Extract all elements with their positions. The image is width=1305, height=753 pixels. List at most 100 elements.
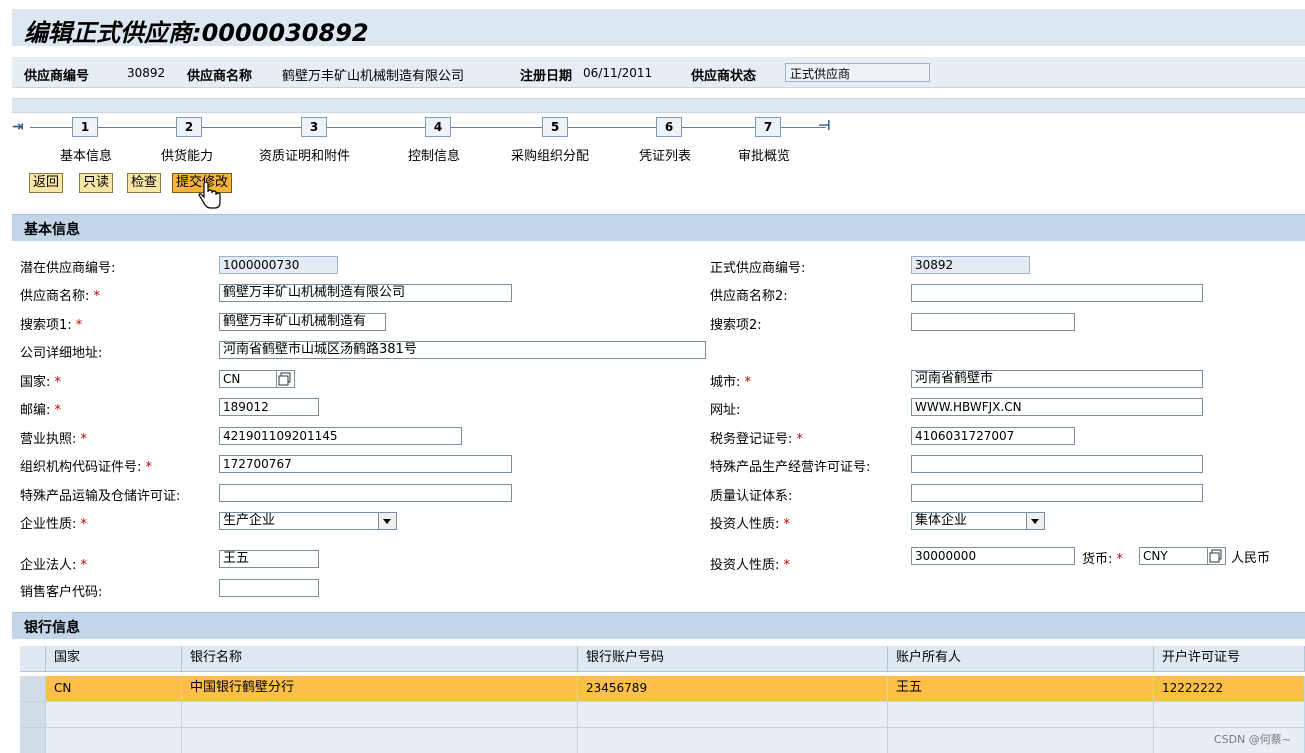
table-cell[interactable]: [46, 702, 182, 728]
currency-text: 人民币: [1231, 551, 1271, 566]
roadmap-step-5[interactable]: 5: [542, 117, 568, 137]
enterprise-type-value: 生产企业: [223, 513, 276, 528]
supplier-name-label-form: 供应商名称: *: [20, 289, 101, 304]
enterprise-type-label: 企业性质: *: [20, 517, 88, 532]
website-label: 网址:: [710, 403, 741, 418]
back-button[interactable]: 返回: [29, 173, 64, 193]
table-cell[interactable]: [182, 702, 578, 728]
investor-type-value: 集体企业: [915, 513, 968, 528]
table-cell[interactable]: [46, 728, 182, 753]
investor-amount-input[interactable]: 30000000: [911, 547, 1075, 565]
table-cell[interactable]: [578, 728, 888, 753]
search2-label: 搜索项2:: [710, 318, 762, 333]
enterprise-type-select[interactable]: 生产企业: [219, 512, 397, 530]
supplier-name-value: 鹤壁万丰矿山机械制造有限公司: [282, 69, 465, 84]
potential-no-label: 潜在供应商编号:: [20, 261, 116, 276]
sales-code-input[interactable]: [219, 579, 319, 597]
supplier-name2-input[interactable]: [911, 284, 1203, 302]
row-selector[interactable]: [20, 728, 46, 753]
table-cell[interactable]: [888, 728, 1154, 753]
row-selector[interactable]: [20, 676, 46, 702]
search2-input[interactable]: [911, 313, 1075, 331]
investor-type-select[interactable]: 集体企业: [911, 512, 1045, 530]
tax-input[interactable]: 4106031727007: [911, 427, 1075, 445]
tax-label: 税务登记证号: *: [710, 432, 804, 447]
currency-label: 货币: *: [1082, 552, 1124, 567]
column-header-account-no[interactable]: 银行账户号码: [578, 646, 888, 672]
currency-valuehelp-icon[interactable]: [1207, 548, 1225, 564]
city-input[interactable]: 河南省鹤壁市: [911, 370, 1203, 388]
table-cell[interactable]: 12222222: [1154, 676, 1305, 702]
check-button[interactable]: 检查: [127, 173, 162, 193]
address-label: 公司详细地址:: [20, 346, 103, 361]
currency-value: CNY: [1143, 549, 1168, 563]
roadmap-label-control[interactable]: 控制信息: [408, 145, 460, 164]
roadmap-step-2[interactable]: 2: [176, 117, 202, 137]
supplier-no-value: 30892: [127, 66, 166, 80]
investor-type-label: 投资人性质: *: [710, 517, 791, 532]
currency-input[interactable]: CNY: [1139, 547, 1226, 565]
special-trans-input[interactable]: [219, 484, 512, 502]
column-header-account-owner[interactable]: 账户所有人: [888, 646, 1154, 672]
country-input[interactable]: CN: [219, 370, 295, 388]
supplier-name-input[interactable]: 鹤壁万丰矿山机械制造有限公司: [219, 284, 512, 302]
table-cell[interactable]: [182, 728, 578, 753]
search1-label: 搜索项1: *: [20, 318, 83, 333]
roadmap-step-1[interactable]: 1: [72, 117, 98, 137]
column-header-license-no[interactable]: 开户许可证号: [1154, 646, 1305, 672]
country-valuehelp-icon[interactable]: [276, 371, 294, 387]
roadmap-label-documents[interactable]: 凭证列表: [639, 145, 691, 164]
bank-info-section-bar: [12, 612, 1305, 639]
table-cell[interactable]: 中国银行鹤壁分行: [182, 676, 578, 702]
roadmap-step-7[interactable]: 7: [755, 117, 781, 137]
column-header-bank-name[interactable]: 银行名称: [182, 646, 578, 672]
special-trans-label: 特殊产品运输及仓储许可证:: [20, 489, 181, 504]
table-cell[interactable]: [578, 702, 888, 728]
roadmap-step-3[interactable]: 3: [301, 117, 327, 137]
roadmap-label-approval[interactable]: 审批概览: [738, 145, 790, 164]
basic-info-section-bar: [12, 214, 1305, 241]
table-cell[interactable]: [888, 702, 1154, 728]
org-code-input[interactable]: 172700767: [219, 455, 512, 473]
table-cell[interactable]: 王五: [888, 676, 1154, 702]
roadmap-step-6[interactable]: 6: [656, 117, 682, 137]
special-prod-input[interactable]: [911, 455, 1203, 473]
status-label: 供应商状态: [691, 69, 757, 84]
search1-input[interactable]: 鹤壁万丰矿山机械制造有: [219, 313, 386, 331]
chevron-down-icon[interactable]: [378, 513, 396, 529]
license-input[interactable]: 421901109201145: [219, 427, 462, 445]
website-input[interactable]: WWW.HBWFJX.CN: [911, 398, 1203, 416]
table-cell[interactable]: CN: [46, 676, 182, 702]
roadmap-label-qualification[interactable]: 资质证明和附件: [259, 145, 350, 164]
status-value: 正式供应商: [785, 63, 930, 82]
chevron-down-icon[interactable]: [1026, 513, 1044, 529]
formal-no-field: 30892: [911, 256, 1030, 274]
table-selector-header[interactable]: [20, 646, 46, 672]
legal-person-input[interactable]: 王五: [219, 550, 319, 568]
table-cell[interactable]: [1154, 702, 1305, 728]
column-header-country[interactable]: 国家: [46, 646, 182, 672]
reg-date-label: 注册日期: [520, 69, 573, 84]
roadmap-label-purch-org[interactable]: 采购组织分配: [511, 145, 589, 164]
roadmap-start-icon: ⇥: [12, 119, 24, 135]
roadmap-step-4[interactable]: 4: [425, 117, 451, 137]
supplier-name-label: 供应商名称: [187, 69, 253, 84]
roadmap-end-icon: ⊣: [818, 118, 831, 134]
quality-label: 质量认证体系:: [710, 489, 793, 504]
bank-info-section-title: 银行信息: [24, 620, 80, 636]
bank-table: 国家 银行名称 银行账户号码 账户所有人 开户许可证号 CN 中国银行鹤壁分行 …: [20, 646, 1305, 753]
org-code-label: 组织机构代码证件号: *: [20, 460, 153, 475]
address-input[interactable]: 河南省鹤壁市山城区汤鹤路381号: [219, 341, 706, 359]
zip-input[interactable]: 189012: [219, 398, 319, 416]
readonly-button[interactable]: 只读: [79, 173, 114, 193]
formal-no-label: 正式供应商编号:: [710, 261, 806, 276]
table-cell[interactable]: 23456789: [578, 676, 888, 702]
roadmap-label-supply[interactable]: 供货能力: [161, 145, 213, 164]
potential-no-field: 1000000730: [219, 256, 338, 274]
roadmap-label-basic[interactable]: 基本信息: [60, 145, 112, 164]
quality-input[interactable]: [911, 484, 1203, 502]
country-value: CN: [223, 372, 241, 386]
sub-toolbar-bar: [12, 98, 1305, 113]
basic-info-section-title: 基本信息: [24, 222, 80, 238]
row-selector[interactable]: [20, 702, 46, 728]
